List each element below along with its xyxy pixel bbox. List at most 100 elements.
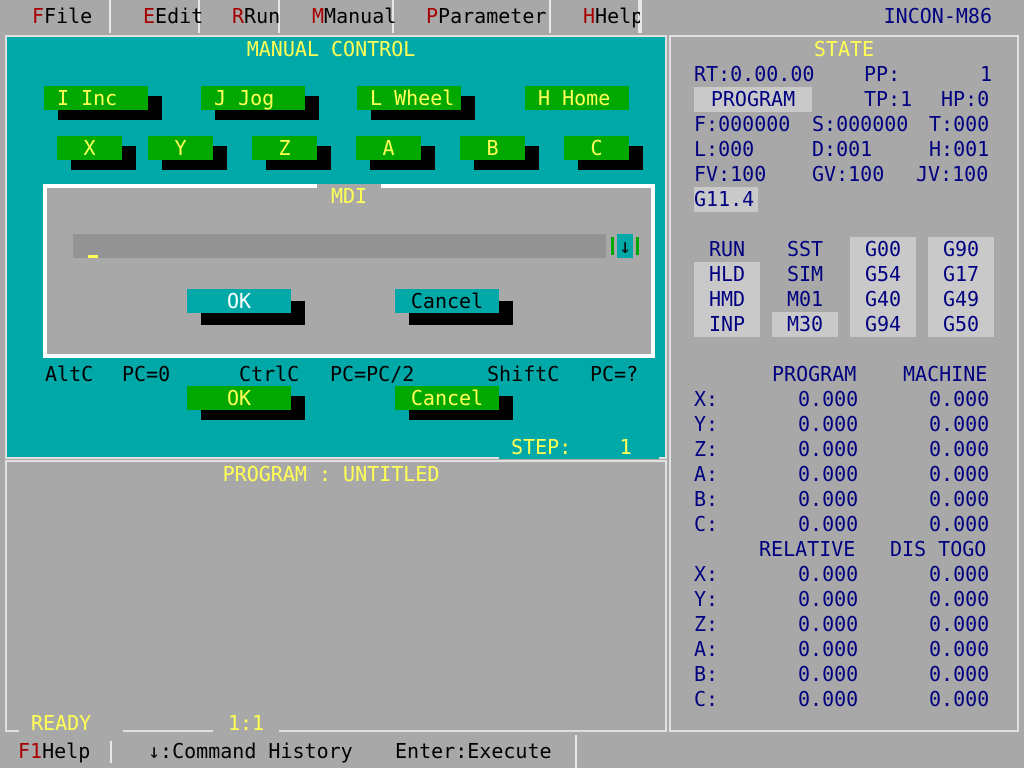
program-pos-value: 0.000 <box>798 512 859 536</box>
status-g17: G17 <box>928 262 994 287</box>
menu-file[interactable]: FFile <box>0 0 111 33</box>
axis-b-button[interactable]: B <box>460 136 525 160</box>
machine-pos-header: MACHINE <box>903 362 988 386</box>
hint-shiftc-key: ShiftC <box>487 362 560 386</box>
status-g54: G54 <box>850 262 916 287</box>
status-g40: G40 <box>850 287 916 312</box>
machine-pos-value: 0.000 <box>929 437 990 461</box>
run-status: READY <box>19 711 123 735</box>
text-cursor <box>88 255 98 258</box>
machine-pos-value: 0.000 <box>929 462 990 486</box>
axis-c-button[interactable]: C <box>564 136 629 160</box>
program-editor[interactable] <box>10 465 662 727</box>
menu-edit[interactable]: EEdit <box>111 0 203 33</box>
hp-readout: HP:0 <box>941 87 990 111</box>
status-g00: G00 <box>850 237 916 262</box>
step-value: 1 <box>619 435 632 459</box>
active-gcode: G11.4 <box>694 187 758 212</box>
divider <box>110 741 112 763</box>
l-readout: L:000 <box>694 137 755 161</box>
feed-readout: F:000000 <box>694 112 791 136</box>
axis-label: Z: <box>694 437 719 461</box>
axis-label: Z: <box>694 612 719 636</box>
axis-z-button[interactable]: Z <box>252 136 317 160</box>
relative-pos-value: 0.000 <box>798 612 859 636</box>
machine-pos-value: 0.000 <box>929 387 990 411</box>
relative-pos-value: 0.000 <box>798 637 859 661</box>
axis-label: C: <box>694 687 719 711</box>
program-pos-value: 0.000 <box>798 462 859 486</box>
relative-pos-header: RELATIVE <box>759 537 856 561</box>
inc-mode-button[interactable]: I Inc <box>44 86 148 110</box>
distogo-value: 0.000 <box>929 562 990 586</box>
mdi-input[interactable] <box>73 234 606 258</box>
relative-pos-value: 0.000 <box>798 687 859 711</box>
mdi-dialog: MDI ↓ OK Cancel <box>43 184 655 358</box>
jog-mode-button[interactable]: J Jog <box>201 86 305 110</box>
arrow-down-icon: ↓ <box>617 234 633 258</box>
gv-readout: GV:100 <box>812 162 885 186</box>
menu-manual[interactable]: MManual <box>280 0 396 33</box>
distogo-value: 0.000 <box>929 662 990 686</box>
status-run: RUN <box>708 237 746 261</box>
program-pos-value: 0.000 <box>798 437 859 461</box>
mdi-cancel-button[interactable]: Cancel <box>395 289 499 313</box>
mdi-ok-button[interactable]: OK <box>187 289 291 313</box>
cancel-button[interactable]: Cancel <box>395 386 499 410</box>
status-hld: HLD <box>694 262 760 287</box>
program-pos-value: 0.000 <box>798 487 859 511</box>
cursor-position: 1:1 <box>213 711 279 735</box>
pp-label: PP: <box>864 62 901 86</box>
machine-pos-value: 0.000 <box>929 512 990 536</box>
d-readout: D:001 <box>812 137 873 161</box>
status-sst: SST <box>786 237 824 261</box>
history-scroll-button[interactable]: ↓ <box>611 234 639 258</box>
status-g49: G49 <box>928 287 994 312</box>
distogo-value: 0.000 <box>929 612 990 636</box>
axis-label: Y: <box>694 587 719 611</box>
program-panel: PROGRAM : UNTITLED READY 1:1 <box>5 460 667 735</box>
hint-ctrlc-action: PC=PC/2 <box>330 362 415 386</box>
app-title: INCON-M86 <box>640 0 1024 33</box>
axis-a-button[interactable]: A <box>356 136 421 160</box>
axis-label: B: <box>694 662 719 686</box>
spindle-readout: S:000000 <box>812 112 909 136</box>
axis-label: Y: <box>694 412 719 436</box>
axis-label: A: <box>694 462 719 486</box>
axis-label: X: <box>694 387 719 411</box>
menu-help[interactable]: HHelp <box>551 0 643 33</box>
status-sim: SIM <box>786 262 824 286</box>
distogo-value: 0.000 <box>929 687 990 711</box>
axis-y-button[interactable]: Y <box>148 136 213 160</box>
distogo-value: 0.000 <box>929 637 990 661</box>
distogo-value: 0.000 <box>929 587 990 611</box>
axis-x-button[interactable]: X <box>57 136 122 160</box>
menu-parameter[interactable]: PParameter <box>394 0 551 33</box>
hint-shiftc-action: PC=? <box>590 362 639 386</box>
state-panel: STATE RT:0.00.00 PP: 1 PROGRAM TP:1 HP:0… <box>669 35 1019 732</box>
status-bar: F1Help ↓:Command History Enter:Execute <box>0 735 1024 768</box>
status-g94: G94 <box>850 312 916 337</box>
distogo-header: DIS TOGO <box>890 537 987 561</box>
wheel-mode-button[interactable]: L Wheel <box>357 86 461 110</box>
command-history-hint: ↓:Command History <box>148 739 353 763</box>
hint-altc-action: PC=0 <box>122 362 171 386</box>
axis-label: C: <box>694 512 719 536</box>
execute-hint: Enter:Execute <box>395 739 552 763</box>
machine-pos-value: 0.000 <box>929 487 990 511</box>
divider <box>575 735 577 768</box>
ok-button[interactable]: OK <box>187 386 291 410</box>
rt-readout: RT:0.00.00 <box>694 62 815 86</box>
status-hmd: HMD <box>694 287 760 312</box>
axis-label: X: <box>694 562 719 586</box>
relative-pos-value: 0.000 <box>798 587 859 611</box>
help-shortcut[interactable]: F1Help <box>18 735 90 768</box>
step-indicator: STEP: 1 <box>499 435 659 459</box>
status-g50: G50 <box>928 312 994 337</box>
state-title: STATE <box>797 37 891 61</box>
hint-altc-key: AltC <box>45 362 94 386</box>
menu-run[interactable]: RRun <box>200 0 280 33</box>
relative-pos-value: 0.000 <box>798 662 859 686</box>
home-mode-button[interactable]: H Home <box>525 86 629 110</box>
tp-readout: TP:1 <box>864 87 913 111</box>
